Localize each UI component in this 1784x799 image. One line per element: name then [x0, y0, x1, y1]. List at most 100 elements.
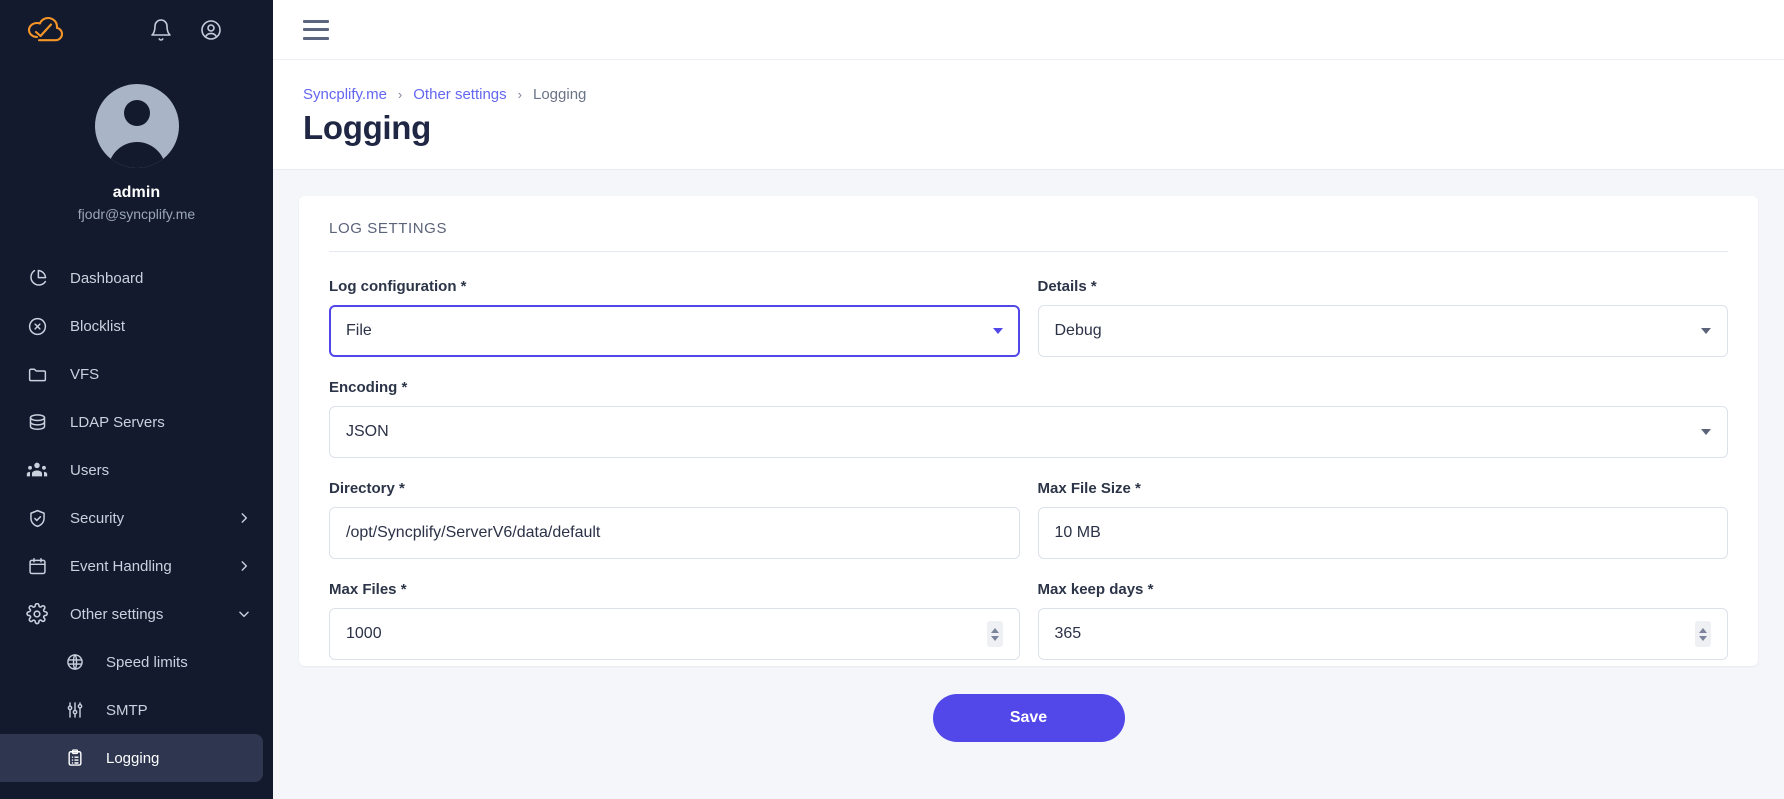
app-root: admin fjodr@syncplify.me Dashboard Block… — [0, 0, 1784, 799]
database-icon — [24, 409, 50, 435]
field-label: Max Files * — [329, 581, 1020, 598]
sidebar-topbar — [0, 0, 273, 60]
field-details: Details * Debug — [1037, 278, 1729, 357]
sidebar-item-ldap-servers[interactable]: LDAP Servers — [0, 398, 273, 446]
sidebar-top-actions — [149, 18, 249, 42]
topbar — [273, 0, 1784, 60]
sidebar-item-blocklist[interactable]: Blocklist — [0, 302, 273, 350]
form-row: Encoding * JSON — [329, 379, 1728, 458]
label-text: Log configuration — [329, 278, 457, 295]
main-area: Syncplify.me › Other settings › Logging … — [273, 0, 1784, 799]
users-icon — [24, 457, 50, 483]
card-section-title: LOG SETTINGS — [329, 220, 448, 237]
max-keep-days-input[interactable]: 365 — [1037, 608, 1728, 660]
calendar-icon — [24, 553, 50, 579]
sliders-icon — [62, 697, 88, 723]
select-value: File — [346, 322, 372, 339]
required-marker: * — [460, 278, 467, 295]
log-configuration-select[interactable]: File — [329, 305, 1020, 357]
select-value: Debug — [1054, 322, 1102, 339]
x-circle-icon — [24, 313, 50, 339]
sidebar-nav: Dashboard Blocklist VFS LDAP Servers Use… — [0, 254, 273, 782]
label-text: Max keep days — [1037, 581, 1144, 598]
max-file-size-input[interactable]: 10 MB — [1037, 507, 1728, 559]
breadcrumb-separator-icon: › — [397, 87, 403, 102]
label-text: Details — [1037, 278, 1087, 295]
sidebar-item-vfs[interactable]: VFS — [0, 350, 273, 398]
sidebar-item-users[interactable]: Users — [0, 446, 273, 494]
sidebar-item-label: Dashboard — [70, 269, 144, 287]
page-title: Logging — [303, 109, 432, 146]
notifications-bell-icon[interactable] — [149, 18, 173, 42]
sidebar-item-smtp[interactable]: SMTP — [0, 686, 273, 734]
field-label: Directory * — [329, 480, 1020, 497]
required-marker: * — [401, 379, 408, 396]
field-label: Max File Size * — [1038, 480, 1729, 497]
field-encoding: Encoding * JSON — [329, 379, 1728, 458]
clipboard-list-icon — [62, 745, 88, 771]
breadcrumb-item-other-settings[interactable]: Other settings — [413, 86, 506, 103]
breadcrumb-item-syncplify[interactable]: Syncplify.me — [303, 86, 387, 103]
field-label: Max keep days * — [1038, 581, 1729, 598]
profile-username: admin — [112, 184, 161, 201]
form-row: Max Files * 1000 Max keep days * 365 — [329, 581, 1728, 660]
hamburger-menu-icon[interactable] — [303, 19, 329, 40]
sidebar-item-label: Security — [70, 509, 125, 527]
sidebar-item-label: VFS — [70, 365, 100, 383]
sidebar-item-label: Speed limits — [106, 653, 188, 671]
chevron-down-icon — [992, 328, 1003, 334]
chevron-down-icon — [1701, 328, 1711, 334]
sidebar-item-label: Other settings — [70, 605, 164, 623]
account-circle-icon[interactable] — [199, 18, 223, 42]
avatar — [94, 84, 179, 168]
page-header: Syncplify.me › Other settings › Logging … — [273, 60, 1784, 170]
save-button[interactable]: Save — [932, 694, 1125, 742]
sidebar-item-speed-limits[interactable]: Speed limits — [0, 638, 273, 686]
input-value: 10 MB — [1054, 524, 1101, 541]
max-files-input[interactable]: 1000 — [329, 608, 1020, 660]
required-marker: * — [399, 480, 405, 497]
required-marker: * — [400, 581, 407, 598]
required-marker: * — [1090, 278, 1097, 295]
field-max-files: Max Files * 1000 — [329, 581, 1020, 660]
gear-icon — [24, 601, 50, 627]
sidebar-item-label: SMTP — [106, 701, 148, 719]
input-value: /opt/Syncplify/ServerV6/data/default — [346, 524, 601, 541]
sidebar-item-dashboard[interactable]: Dashboard — [0, 254, 273, 302]
sidebar-item-other-settings[interactable]: Other settings — [0, 590, 273, 638]
field-directory: Directory * /opt/Syncplify/ServerV6/data… — [329, 480, 1020, 559]
details-select[interactable]: Debug — [1037, 305, 1728, 357]
encoding-select[interactable]: JSON — [329, 406, 1728, 458]
sidebar-item-event-handling[interactable]: Event Handling — [0, 542, 273, 590]
field-label: Encoding * — [329, 379, 1728, 396]
sidebar-profile: admin fjodr@syncplify.me — [0, 60, 273, 240]
breadcrumb-separator-icon: › — [517, 87, 522, 102]
number-stepper-icon[interactable] — [986, 621, 1003, 647]
label-text: Max File Size — [1037, 480, 1131, 497]
breadcrumb: Syncplify.me › Other settings › Logging — [303, 86, 1754, 103]
sidebar-item-label: LDAP Servers — [70, 413, 165, 431]
form-row: Log configuration * File Details * Debug — [329, 278, 1728, 357]
chevron-down-icon — [1701, 429, 1711, 435]
field-label: Details * — [1038, 278, 1729, 295]
breadcrumb-item-logging: Logging — [533, 86, 587, 103]
syncplify-cloud-logo-icon[interactable] — [24, 12, 68, 48]
log-settings-card: LOG SETTINGS Log configuration * File De… — [299, 196, 1758, 666]
pie-chart-icon — [24, 265, 50, 291]
profile-email: fjodr@syncplify.me — [77, 206, 196, 222]
label-text: Encoding — [329, 379, 398, 396]
label-text: Directory — [329, 480, 395, 497]
folder-icon — [24, 361, 50, 387]
directory-input[interactable]: /opt/Syncplify/ServerV6/data/default — [329, 507, 1020, 559]
form-row: Directory * /opt/Syncplify/ServerV6/data… — [329, 480, 1728, 559]
sidebar-item-logging[interactable]: Logging — [0, 734, 263, 782]
number-stepper-icon[interactable] — [1695, 621, 1711, 647]
chevron-down-icon — [237, 607, 251, 621]
shield-check-icon — [24, 505, 50, 531]
sidebar-item-security[interactable]: Security — [0, 494, 273, 542]
card-divider — [329, 251, 1728, 252]
sidebar-item-label: Users — [70, 461, 110, 479]
field-max-keep-days: Max keep days * 365 — [1037, 581, 1729, 660]
sidebar-item-label: Event Handling — [70, 557, 172, 575]
select-value: JSON — [346, 423, 389, 440]
